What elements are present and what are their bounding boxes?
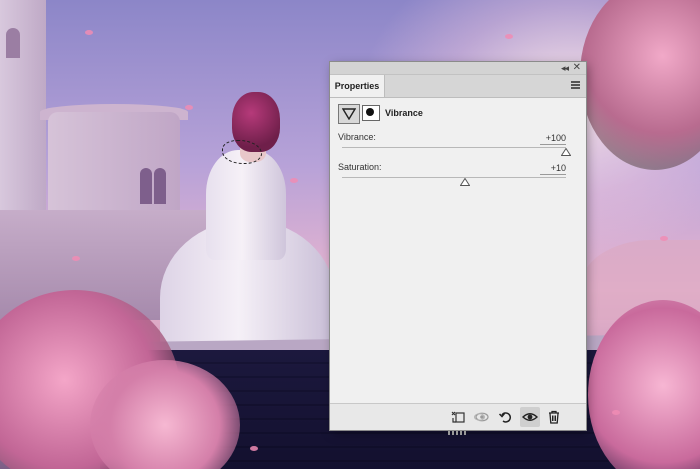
saturation-label: Saturation: xyxy=(338,162,382,172)
vibrance-slider-track[interactable] xyxy=(342,147,571,156)
panel-menu-icon[interactable] xyxy=(571,81,580,90)
petal xyxy=(250,446,258,451)
vibrance-value-field[interactable]: +100 xyxy=(540,132,566,145)
castle-window xyxy=(140,168,152,204)
marquee-selection xyxy=(222,140,262,164)
vibrance-label: Vibrance: xyxy=(338,132,376,142)
toggle-visibility-button[interactable] xyxy=(520,407,540,427)
petal xyxy=(72,256,80,261)
petal xyxy=(85,30,93,35)
saturation-value-field[interactable]: +10 xyxy=(540,162,566,175)
trash-icon xyxy=(549,410,559,424)
resize-grip[interactable] xyxy=(448,431,468,435)
panel-titlebar[interactable]: ◂◂ ✕ xyxy=(330,62,586,75)
view-previous-state-icon xyxy=(474,412,489,422)
vibrance-triangle-icon[interactable] xyxy=(338,104,360,124)
panel-bottom-toolbar xyxy=(330,403,586,435)
petal xyxy=(612,410,620,415)
adjustment-header: Vibrance xyxy=(338,104,578,126)
reset-adjustment-icon xyxy=(498,412,512,423)
panel-tabbar: Properties xyxy=(330,75,586,98)
clip-to-layer-button[interactable] xyxy=(448,407,468,427)
layer-mask-icon[interactable] xyxy=(362,105,380,121)
view-previous-state-button[interactable] xyxy=(472,407,492,427)
collapse-icon[interactable]: ◂◂ xyxy=(561,62,569,74)
petal xyxy=(660,236,668,241)
reset-adjustment-button[interactable] xyxy=(496,407,516,427)
adjustment-name: Vibrance xyxy=(385,108,423,118)
close-icon[interactable]: ✕ xyxy=(573,62,581,74)
toggle-visibility-eye-icon xyxy=(522,413,538,421)
castle-rotunda xyxy=(48,112,180,222)
tab-properties[interactable]: Properties xyxy=(330,75,385,97)
delete-adjustment-button[interactable] xyxy=(544,407,564,427)
properties-panel: ◂◂ ✕ Properties Vibrance Vibrance: +100 … xyxy=(330,62,586,435)
castle-window xyxy=(154,168,166,204)
saturation-slider-track[interactable] xyxy=(342,177,566,186)
blossom-bush-right xyxy=(588,300,700,469)
petal xyxy=(505,34,513,39)
petal xyxy=(185,105,193,110)
clip-to-layer-icon xyxy=(451,411,465,423)
petal xyxy=(290,178,298,183)
dress-bodice xyxy=(206,150,286,260)
